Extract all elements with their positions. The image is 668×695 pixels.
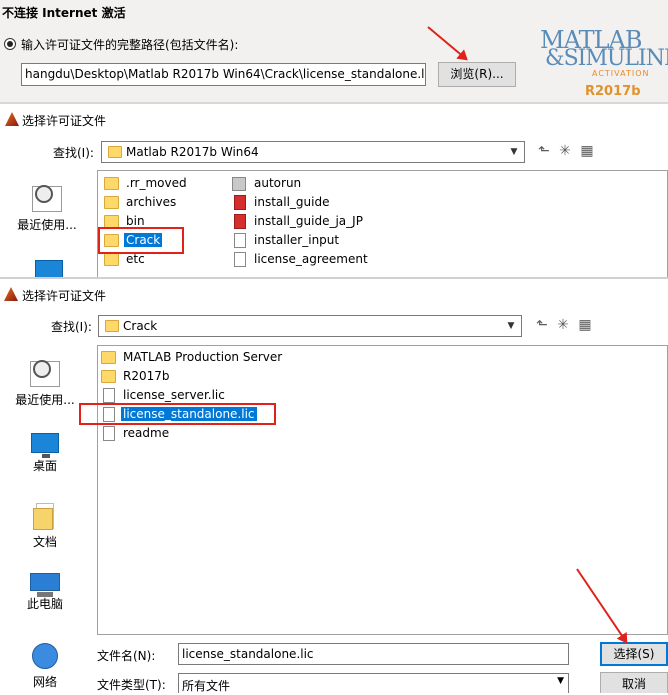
place-label: 文档 bbox=[32, 535, 57, 549]
dialog2-look-in-label: 查找(I): bbox=[51, 320, 92, 334]
activation-panel: 不连接 Internet 激活 输入许可证文件的完整路径(包括文件名): han… bbox=[0, 0, 668, 102]
matlab-app-icon bbox=[5, 112, 19, 126]
place-label: 此电脑 bbox=[26, 597, 63, 611]
cancel-button[interactable]: 取消 bbox=[600, 672, 668, 693]
place-desktop[interactable]: 桌面 bbox=[2, 433, 88, 474]
dialog2-title: 选择许可证文件 bbox=[22, 289, 107, 303]
dialog1-look-in-combo[interactable]: Matlab R2017b Win64 ▼ bbox=[101, 141, 525, 163]
place-this-pc[interactable]: 此电脑 bbox=[2, 573, 88, 612]
chevron-down-icon[interactable]: ▼ bbox=[501, 316, 521, 336]
pdf-icon bbox=[234, 195, 246, 210]
place-label: 网络 bbox=[32, 675, 57, 689]
highlight-box-license-file bbox=[79, 403, 276, 425]
network-icon bbox=[32, 643, 58, 669]
chevron-down-icon[interactable]: ▼ bbox=[504, 142, 524, 162]
filetype-label: 文件类型(T): bbox=[97, 678, 166, 692]
view-menu-icon[interactable]: ▦ bbox=[576, 317, 594, 333]
logo-version-text: R2017b bbox=[585, 84, 641, 99]
browse-button[interactable]: 浏览(R)... bbox=[438, 62, 516, 87]
place-network[interactable]: 网络 bbox=[2, 643, 88, 690]
activation-title: 不连接 Internet 激活 bbox=[2, 6, 126, 20]
dialog1-places-bar: 最近使用... bbox=[0, 170, 96, 285]
file-icon bbox=[103, 388, 115, 403]
folder-icon bbox=[104, 196, 119, 209]
dialog1-title: 选择许可证文件 bbox=[22, 114, 107, 128]
up-folder-icon[interactable]: ⬑ bbox=[533, 317, 551, 333]
license-path-radio-label: 输入许可证文件的完整路径(包括文件名): bbox=[21, 38, 239, 52]
text-file-icon bbox=[103, 426, 115, 441]
folder-icon bbox=[101, 370, 116, 383]
recent-icon bbox=[32, 185, 62, 212]
logo-activation-text: ACTIVATION bbox=[592, 69, 650, 78]
place-label: 最近使用... bbox=[17, 218, 77, 232]
matlab-app-icon bbox=[4, 287, 18, 301]
folder-icon bbox=[104, 177, 119, 190]
pdf-icon bbox=[234, 214, 246, 229]
file-dialog-1: 选择许可证文件 查找(I): Matlab R2017b Win64 ▼ ⬑ ✳… bbox=[0, 104, 668, 285]
dialog1-look-in-value: Matlab R2017b Win64 bbox=[126, 145, 259, 159]
matlab-logo-line2: &SIMULINK bbox=[545, 46, 668, 71]
documents-icon bbox=[33, 503, 54, 530]
dialog2-look-in-value: Crack bbox=[123, 319, 158, 333]
folder-icon bbox=[105, 320, 119, 332]
file-dialog-2: 选择许可证文件 查找(I): Crack ▼ ⬑ ✳ ▦ 最近使用... 桌面 … bbox=[0, 279, 668, 693]
folder-icon bbox=[108, 146, 122, 158]
dialog2-look-in-combo[interactable]: Crack ▼ bbox=[98, 315, 522, 337]
new-folder-icon[interactable]: ✳ bbox=[556, 143, 574, 159]
select-button[interactable]: 选择(S) bbox=[600, 642, 668, 666]
folder-icon bbox=[101, 351, 116, 364]
this-pc-icon bbox=[30, 573, 60, 597]
text-file-icon bbox=[234, 233, 246, 248]
dialog2-places-bar: 最近使用... 桌面 文档 此电脑 网络 bbox=[0, 345, 94, 693]
dialog1-look-in-label: 查找(I): bbox=[53, 146, 94, 160]
filetype-value: 所有文件 bbox=[182, 679, 231, 693]
place-label: 最近使用... bbox=[15, 393, 75, 407]
recent-icon bbox=[30, 360, 60, 387]
filename-input[interactable]: license_standalone.lic bbox=[178, 643, 569, 665]
filetype-select[interactable]: 所有文件 ▼ bbox=[178, 673, 569, 693]
view-menu-icon[interactable]: ▦ bbox=[578, 143, 596, 159]
place-recent[interactable]: 最近使用... bbox=[4, 185, 90, 233]
up-folder-icon[interactable]: ⬑ bbox=[535, 143, 553, 159]
dialog1-file-list[interactable]: .rr_moved archives bin Crack etc autorun… bbox=[97, 170, 668, 278]
filename-label: 文件名(N): bbox=[97, 649, 156, 663]
new-folder-icon[interactable]: ✳ bbox=[554, 317, 572, 333]
license-path-input[interactable]: hangdu\Desktop\Matlab R2017b Win64\Crack… bbox=[21, 63, 426, 86]
license-path-radio[interactable] bbox=[4, 38, 16, 50]
text-file-icon bbox=[234, 252, 246, 267]
place-recent[interactable]: 最近使用... bbox=[2, 360, 88, 408]
dialog2-file-list[interactable]: MATLAB Production Server R2017b license_… bbox=[97, 345, 668, 635]
place-documents[interactable]: 文档 bbox=[2, 503, 88, 550]
folder-icon bbox=[104, 253, 119, 266]
setup-icon bbox=[232, 177, 246, 191]
desktop-icon bbox=[31, 433, 59, 458]
place-label: 桌面 bbox=[32, 459, 57, 473]
highlight-box-crack bbox=[98, 227, 184, 254]
chevron-down-icon[interactable]: ▼ bbox=[557, 676, 564, 686]
